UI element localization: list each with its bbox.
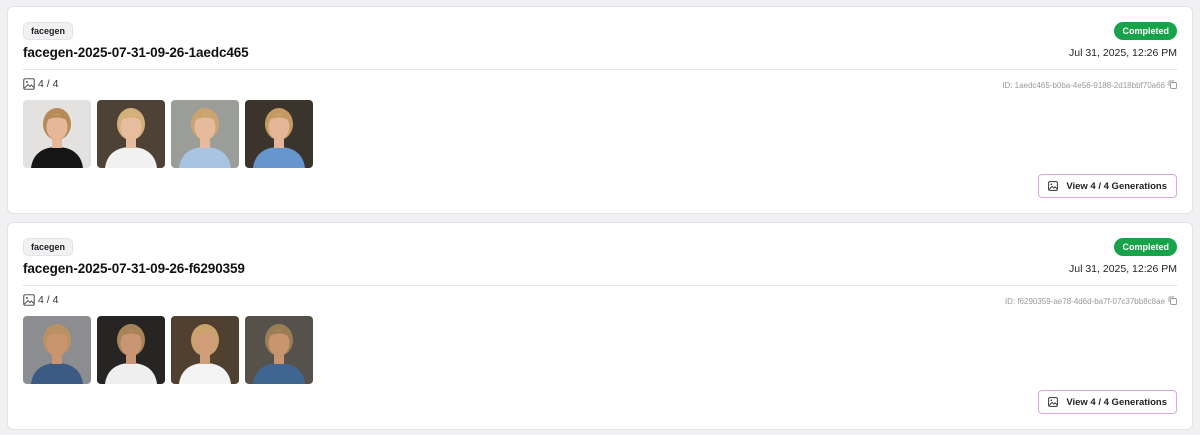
image-icon bbox=[23, 78, 35, 90]
generation-date: Jul 31, 2025, 12:26 PM bbox=[1069, 47, 1177, 59]
status-badge: Completed bbox=[1114, 238, 1177, 256]
image-count-text: 4 / 4 bbox=[38, 294, 59, 306]
view-generations-button[interactable]: View 4 / 4 Generations bbox=[1038, 390, 1177, 414]
generation-id: ID: 1aedc465-b0ba-4e56-9188-2d18bbf70a66 bbox=[1002, 80, 1177, 91]
generation-title: facegen-2025-07-31-09-26-1aedc465 bbox=[23, 45, 249, 60]
generation-id-text: ID: f6290359-ae78-4d6d-ba7f-07c37bb8c8ae bbox=[1004, 297, 1165, 306]
generation-id-text: ID: 1aedc465-b0ba-4e56-9188-2d18bbf70a66 bbox=[1002, 81, 1165, 90]
image-count-text: 4 / 4 bbox=[38, 78, 59, 90]
view-generations-label: View 4 / 4 Generations bbox=[1066, 396, 1167, 408]
generation-date: Jul 31, 2025, 12:26 PM bbox=[1069, 263, 1177, 275]
thumbnail-image[interactable] bbox=[171, 100, 239, 168]
thumbnail-row bbox=[23, 316, 313, 384]
thumbnail-image[interactable] bbox=[23, 100, 91, 168]
thumbnail-image[interactable] bbox=[171, 316, 239, 384]
status-badge: Completed bbox=[1114, 22, 1177, 40]
thumbnail-image[interactable] bbox=[245, 316, 313, 384]
divider bbox=[23, 69, 1177, 70]
image-icon bbox=[23, 294, 35, 306]
generation-id: ID: f6290359-ae78-4d6d-ba7f-07c37bb8c8ae bbox=[1005, 296, 1177, 307]
thumbnail-image[interactable] bbox=[97, 100, 165, 168]
thumbnail-image[interactable] bbox=[97, 316, 165, 384]
thumbnail-image[interactable] bbox=[23, 316, 91, 384]
copy-icon[interactable] bbox=[1168, 80, 1177, 91]
thumbnail-image[interactable] bbox=[245, 100, 313, 168]
tag-badge: facegen bbox=[23, 22, 74, 40]
generation-card: facegen Completed facegen-2025-07-31-09-… bbox=[7, 6, 1193, 214]
image-count: 4 / 4 bbox=[23, 294, 58, 306]
view-generations-button[interactable]: View 4 / 4 Generations bbox=[1038, 174, 1177, 198]
divider bbox=[23, 285, 1177, 286]
image-icon bbox=[1048, 181, 1059, 191]
image-count: 4 / 4 bbox=[23, 78, 58, 90]
generation-list: facegen Completed facegen-2025-07-31-09-… bbox=[0, 0, 1200, 430]
generation-card: facegen Completed facegen-2025-07-31-09-… bbox=[7, 222, 1193, 430]
tag-badge: facegen bbox=[23, 238, 74, 256]
thumbnail-row bbox=[23, 100, 313, 168]
view-generations-label: View 4 / 4 Generations bbox=[1066, 180, 1167, 192]
image-icon bbox=[1048, 397, 1059, 407]
copy-icon[interactable] bbox=[1168, 296, 1177, 307]
generation-title: facegen-2025-07-31-09-26-f6290359 bbox=[23, 261, 245, 276]
